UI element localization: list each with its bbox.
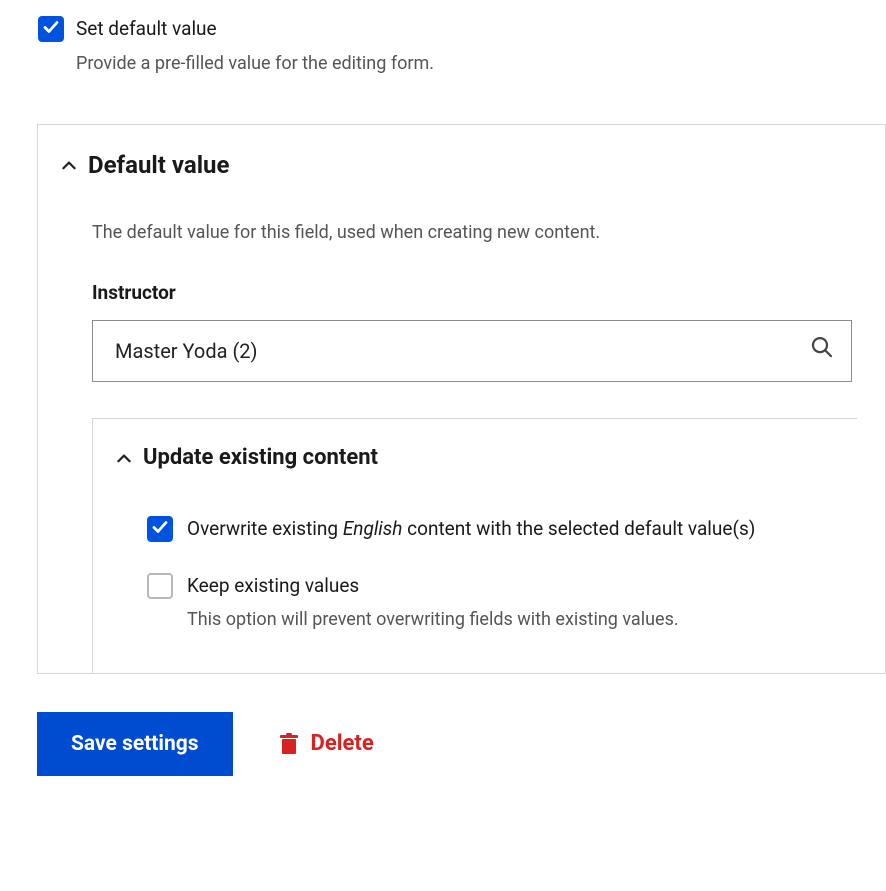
overwrite-checkbox[interactable] — [147, 516, 173, 542]
checkmark-icon — [152, 519, 168, 535]
set-default-value-checkbox[interactable] — [38, 16, 64, 42]
update-existing-panel-toggle[interactable]: Update existing content — [93, 419, 857, 492]
instructor-label: Instructor — [92, 280, 857, 307]
chevron-up-icon — [115, 450, 133, 468]
save-settings-button[interactable]: Save settings — [37, 712, 233, 776]
trash-icon — [279, 733, 299, 755]
checkmark-icon — [43, 19, 59, 35]
keep-existing-label: Keep existing values — [187, 573, 829, 600]
set-default-value-label: Set default value — [76, 16, 217, 43]
delete-button-label: Delete — [311, 731, 374, 756]
default-value-panel-toggle[interactable]: Default value — [38, 125, 885, 201]
default-value-panel-title: Default value — [88, 149, 229, 183]
search-icon[interactable] — [810, 335, 834, 367]
overwrite-label: Overwrite existing English content with … — [187, 517, 755, 540]
default-value-panel: Default value The default value for this… — [37, 124, 886, 674]
default-value-description: The default value for this field, used w… — [92, 220, 857, 245]
chevron-up-icon — [60, 157, 78, 175]
keep-existing-description: This option will prevent overwriting fie… — [187, 607, 829, 632]
update-existing-panel: Update existing content Overwrite existi… — [92, 418, 857, 672]
update-existing-title: Update existing content — [143, 443, 378, 474]
set-default-value-description: Provide a pre-filled value for the editi… — [76, 51, 886, 76]
instructor-input[interactable] — [92, 320, 852, 382]
delete-button[interactable]: Delete — [269, 721, 384, 766]
keep-existing-checkbox[interactable] — [147, 573, 173, 599]
